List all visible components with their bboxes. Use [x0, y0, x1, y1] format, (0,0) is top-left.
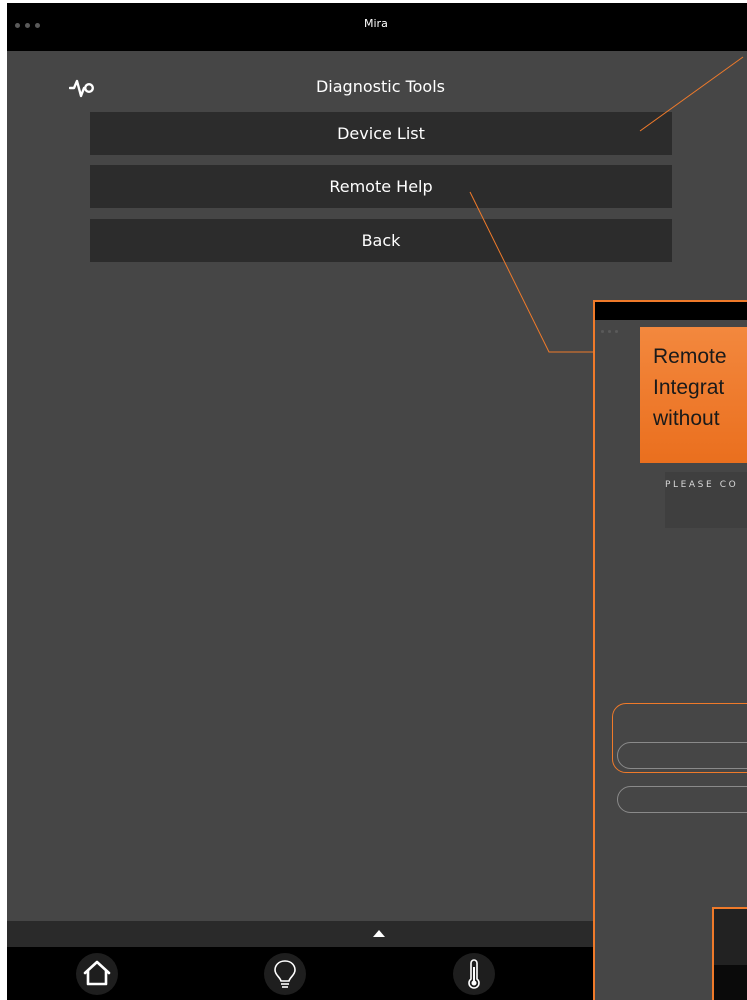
- chevron-up-icon[interactable]: [373, 930, 385, 937]
- inset-input-field[interactable]: [617, 786, 747, 813]
- window-title: Mira: [364, 17, 388, 30]
- page-title: Diagnostic Tools: [315, 77, 445, 96]
- home-icon[interactable]: [74, 951, 120, 997]
- callout-line: Integrat: [653, 376, 725, 399]
- device-list-button[interactable]: Device List: [90, 112, 672, 155]
- instruction-text: PLEASE CO: [665, 480, 739, 490]
- back-button[interactable]: Back: [90, 219, 672, 262]
- tab-bar: [7, 947, 593, 1000]
- callout-line: Remote: [653, 345, 727, 368]
- callout-box: Remote Integrat without: [640, 327, 747, 463]
- remote-help-button[interactable]: Remote Help: [90, 165, 672, 208]
- lightbulb-icon[interactable]: [262, 951, 308, 997]
- inset-input-field[interactable]: [617, 742, 747, 769]
- zoom-inset: Remote Integrat without PLEASE CO: [593, 300, 747, 1000]
- inset-window-dots: [601, 330, 618, 333]
- inset-title-bar: [595, 302, 747, 320]
- thermometer-icon[interactable]: [451, 951, 497, 997]
- window-dots[interactable]: [15, 23, 40, 28]
- callout-line: without: [653, 407, 720, 430]
- expand-strip[interactable]: [7, 921, 593, 947]
- title-bar: Mira: [7, 3, 747, 51]
- inset-bottom-panel: [712, 907, 747, 1000]
